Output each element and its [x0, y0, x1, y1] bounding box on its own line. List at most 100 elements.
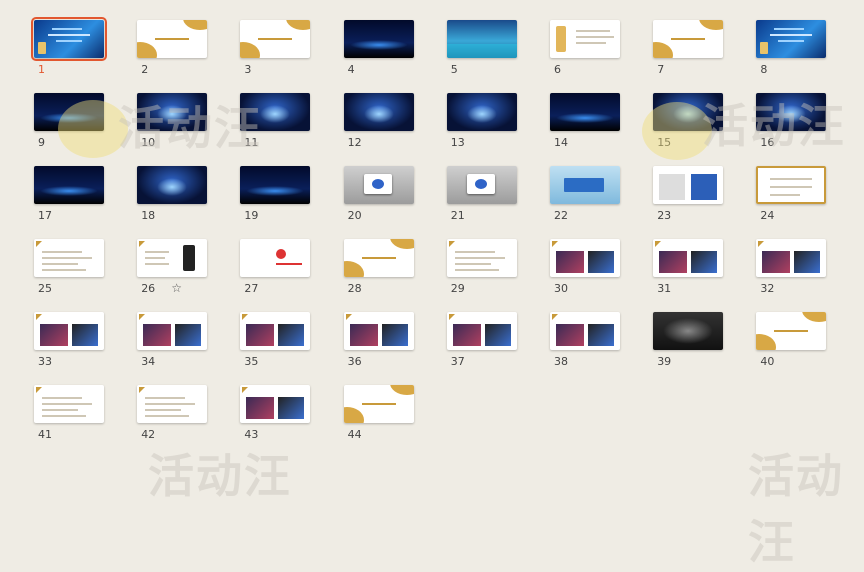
slide-preview[interactable]	[550, 166, 620, 204]
slide-preview[interactable]	[446, 239, 517, 277]
slide-preview[interactable]	[137, 385, 208, 423]
slide-preview[interactable]	[550, 20, 620, 58]
slide-thumbnail-26[interactable]: 26 ☆	[137, 239, 209, 297]
slide-thumbnail-28[interactable]: 28	[343, 239, 416, 297]
slide-thumbnail-14[interactable]: 14	[550, 93, 622, 151]
slide-thumbnail-21[interactable]: 21	[446, 166, 519, 224]
slide-thumbnail-8[interactable]: 8	[756, 20, 828, 78]
slide-preview[interactable]	[34, 239, 104, 277]
stage-light	[246, 186, 305, 196]
slide-preview[interactable]	[137, 312, 208, 350]
slide-preview[interactable]	[343, 385, 414, 423]
slide-preview[interactable]	[446, 93, 517, 131]
slide-thumbnail-2[interactable]: 2	[137, 20, 209, 78]
slide-thumbnail-39[interactable]: 39	[653, 312, 725, 370]
slide-thumbnail-33[interactable]: 33	[34, 312, 106, 370]
slide-thumbnail-27[interactable]: 27	[240, 239, 312, 297]
slide-preview[interactable]	[137, 93, 208, 131]
slide-thumbnail-15[interactable]: 15	[653, 93, 725, 151]
slide-preview[interactable]	[137, 239, 208, 277]
slide-thumbnail-44[interactable]: 44	[343, 385, 416, 443]
bottle-image	[38, 42, 46, 54]
slide-preview[interactable]	[446, 312, 517, 350]
slide-preview[interactable]	[550, 312, 620, 350]
slide-preview[interactable]	[240, 20, 311, 58]
slide-preview[interactable]	[34, 385, 104, 423]
slide-preview[interactable]	[240, 166, 311, 204]
slide-thumbnail-34[interactable]: 34	[137, 312, 209, 370]
slide-preview[interactable]	[137, 166, 208, 204]
slide-thumbnail-12[interactable]: 12	[343, 93, 416, 151]
slide-thumbnail-7[interactable]: 7	[653, 20, 725, 78]
slide-preview[interactable]	[756, 239, 827, 277]
slide-thumbnail-18[interactable]: 18	[137, 166, 209, 224]
slide-thumbnail-3[interactable]: 3	[240, 20, 312, 78]
slide-preview[interactable]	[34, 166, 104, 204]
slide-thumbnail-30[interactable]: 30	[550, 239, 622, 297]
slide-preview[interactable]	[653, 312, 724, 350]
slide-preview[interactable]	[343, 93, 414, 131]
slide-preview[interactable]	[240, 385, 311, 423]
slide-preview[interactable]	[240, 93, 311, 131]
slide-thumbnail-1[interactable]: 1	[31, 17, 107, 78]
stage-light	[776, 105, 807, 123]
slide-thumbnail-6[interactable]: 6	[550, 20, 622, 78]
slide-thumbnail-13[interactable]: 13	[446, 93, 519, 151]
thumb-decoration	[155, 38, 190, 40]
slide-thumbnail-25[interactable]: 25	[34, 239, 106, 297]
slide-preview[interactable]	[137, 20, 208, 58]
slide-sorter-grid: 1 2 3 4 5 6 7 8 9 10 11 12 13 14 15 16 17 18 19 20 21 22 23 24 2…	[0, 0, 864, 486]
photo-image	[349, 324, 378, 346]
slide-preview[interactable]	[240, 239, 311, 277]
slide-preview[interactable]	[756, 93, 827, 131]
slide-thumbnail-17[interactable]: 17	[34, 166, 106, 224]
slide-thumbnail-38[interactable]: 38	[550, 312, 622, 370]
slide-preview[interactable]	[756, 166, 827, 204]
slide-preview[interactable]	[343, 312, 414, 350]
photo-image	[691, 174, 718, 200]
slide-thumbnail-42[interactable]: 42	[137, 385, 209, 443]
slide-preview[interactable]	[653, 20, 724, 58]
slide-preview[interactable]	[34, 93, 104, 131]
slide-thumbnail-4[interactable]: 4	[343, 20, 416, 78]
slide-preview[interactable]	[653, 239, 724, 277]
slide-preview[interactable]	[756, 312, 827, 350]
slide-thumbnail-24[interactable]: 24	[756, 166, 828, 224]
slide-preview[interactable]	[446, 166, 517, 204]
slide-thumbnail-31[interactable]: 31	[653, 239, 725, 297]
slide-preview[interactable]	[343, 20, 414, 58]
slide-preview[interactable]	[550, 239, 620, 277]
slide-thumbnail-37[interactable]: 37	[446, 312, 519, 370]
slide-thumbnail-41[interactable]: 41	[34, 385, 106, 443]
slide-preview[interactable]	[550, 93, 620, 131]
slide-preview[interactable]	[756, 20, 827, 58]
slide-preview[interactable]	[34, 312, 104, 350]
slide-preview[interactable]	[343, 239, 414, 277]
thumb-decoration	[576, 30, 610, 32]
slide-preview[interactable]	[653, 166, 724, 204]
slide-preview[interactable]	[446, 20, 517, 58]
slide-thumbnail-10[interactable]: 10	[137, 93, 209, 151]
slide-thumbnail-32[interactable]: 32	[756, 239, 828, 297]
slide-thumbnail-11[interactable]: 11	[240, 93, 312, 151]
slide-thumbnail-35[interactable]: 35	[240, 312, 312, 370]
slide-thumbnail-43[interactable]: 43	[240, 385, 312, 443]
slide-preview[interactable]	[653, 93, 724, 131]
slide-thumbnail-9[interactable]: 9	[34, 93, 106, 151]
slide-thumbnail-22[interactable]: 22	[550, 166, 622, 224]
slide-thumbnail-5[interactable]: 5	[446, 20, 519, 78]
slide-preview[interactable]	[343, 166, 414, 204]
slide-preview[interactable]	[31, 17, 107, 61]
slide-number: 20	[347, 209, 362, 222]
slide-thumbnail-36[interactable]: 36	[343, 312, 416, 370]
corner-mark	[345, 314, 352, 320]
slide-thumbnail-40[interactable]: 40	[756, 312, 828, 370]
slide-thumbnail-19[interactable]: 19	[240, 166, 312, 224]
slide-preview[interactable]	[240, 312, 311, 350]
photo-image	[40, 324, 68, 346]
slide-thumbnail-16[interactable]: 16	[756, 93, 828, 151]
slide-thumbnail-23[interactable]: 23	[653, 166, 725, 224]
stage-light	[260, 105, 291, 123]
slide-thumbnail-20[interactable]: 20	[343, 166, 416, 224]
slide-thumbnail-29[interactable]: 29	[446, 239, 519, 297]
